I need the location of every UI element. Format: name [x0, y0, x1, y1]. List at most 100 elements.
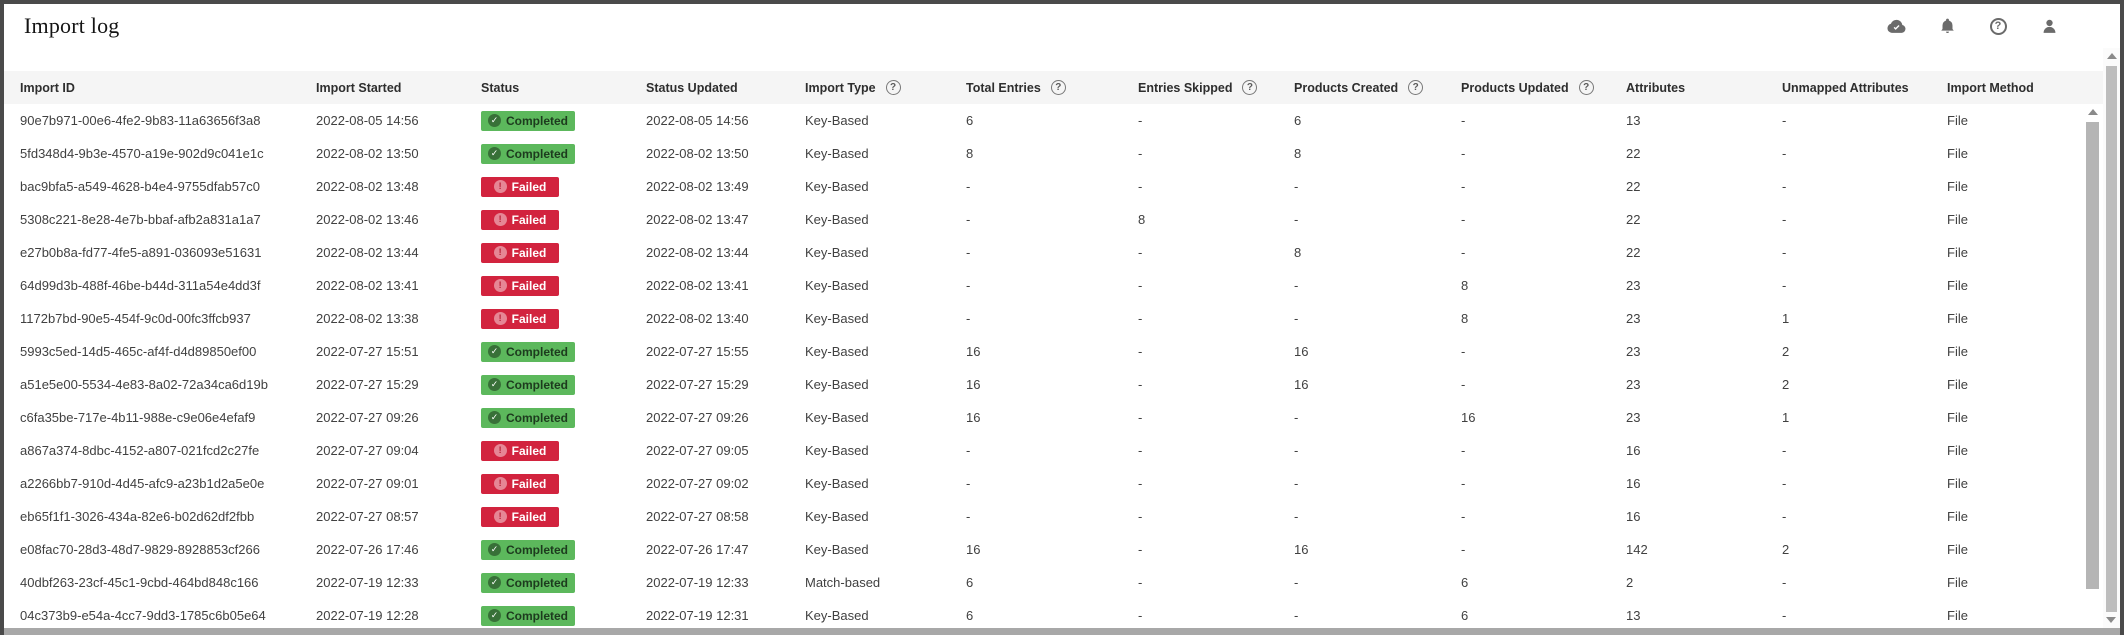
- status-badge-failed: !Failed: [481, 177, 559, 197]
- cell-total-entries: -: [966, 311, 1138, 326]
- header-import-type: Import Type?: [805, 80, 966, 95]
- cell-products-created: 8: [1294, 245, 1461, 260]
- table-row[interactable]: eb65f1f1-3026-434a-82e6-b02d62df2fbb2022…: [4, 500, 2083, 533]
- cell-products-created: 16: [1294, 542, 1461, 557]
- table-row[interactable]: a867a374-8dbc-4152-a807-021fcd2c27fe2022…: [4, 434, 2083, 467]
- cell-unmapped-attributes: 1: [1782, 410, 1947, 425]
- cell-products-created: -: [1294, 575, 1461, 590]
- table-row[interactable]: 5fd348d4-9b3e-4570-a19e-902d9c041e1c2022…: [4, 137, 2083, 170]
- cell-entries-skipped: -: [1138, 179, 1294, 194]
- cell-import-started: 2022-08-02 13:48: [316, 179, 481, 194]
- column-help-icon[interactable]: ?: [1408, 80, 1423, 95]
- cell-products-updated: -: [1461, 212, 1626, 227]
- cell-import-id: 5993c5ed-14d5-465c-af4f-d4d89850ef00: [20, 344, 316, 359]
- status-badge-failed: !Failed: [481, 507, 559, 527]
- header-total-entries: Total Entries?: [966, 80, 1138, 95]
- table-row[interactable]: bac9bfa5-a549-4628-b4e4-9755dfab57c02022…: [4, 170, 2083, 203]
- cell-import-method: File: [1947, 542, 2083, 557]
- cell-import-id: e08fac70-28d3-48d7-9829-8928853cf266: [20, 542, 316, 557]
- cell-status: ✓Completed: [481, 540, 646, 560]
- check-circle-icon: ✓: [488, 114, 501, 127]
- cell-attributes: 13: [1626, 113, 1782, 128]
- cell-status-updated: 2022-08-02 13:44: [646, 245, 805, 260]
- cell-import-id: 04c373b9-e54a-4cc7-9dd3-1785c6b05e64: [20, 608, 316, 623]
- cell-import-type: Key-Based: [805, 443, 966, 458]
- cell-attributes: 23: [1626, 410, 1782, 425]
- cell-import-type: Key-Based: [805, 377, 966, 392]
- column-help-icon[interactable]: ?: [1242, 80, 1257, 95]
- cell-status-updated: 2022-07-27 15:55: [646, 344, 805, 359]
- cell-status-updated: 2022-08-05 14:56: [646, 113, 805, 128]
- cell-products-created: -: [1294, 443, 1461, 458]
- help-icon[interactable]: ?: [1981, 13, 2015, 39]
- table-row[interactable]: c6fa35be-717e-4b11-988e-c9e06e4efaf92022…: [4, 401, 2083, 434]
- column-help-icon[interactable]: ?: [1579, 80, 1594, 95]
- table-row[interactable]: 64d99d3b-488f-46be-b44d-311a54e4dd3f2022…: [4, 269, 2083, 302]
- cell-status: ✓Completed: [481, 606, 646, 626]
- cell-import-method: File: [1947, 179, 2083, 194]
- table-row[interactable]: e08fac70-28d3-48d7-9829-8928853cf2662022…: [4, 533, 2083, 566]
- cell-products-updated: 6: [1461, 575, 1626, 590]
- header-products-updated: Products Updated?: [1461, 80, 1626, 95]
- cell-products-created: 6: [1294, 113, 1461, 128]
- cell-import-method: File: [1947, 476, 2083, 491]
- scroll-down-arrow-icon[interactable]: [2106, 617, 2116, 623]
- cloud-sync-status-icon[interactable]: [1879, 13, 1913, 39]
- table-scrollbar-thumb[interactable]: [2086, 122, 2099, 589]
- cell-products-updated: 8: [1461, 311, 1626, 326]
- account-icon[interactable]: [2032, 13, 2066, 39]
- cell-status: ✓Completed: [481, 375, 646, 395]
- header-import-id: Import ID: [20, 81, 316, 95]
- cell-products-updated: -: [1461, 344, 1626, 359]
- table-row[interactable]: e27b0b8a-fd77-4fe5-a891-036093e51631 2022…: [4, 236, 2083, 269]
- table-row[interactable]: 90e7b971-00e6-4fe2-9b83-11a63656f3a82022…: [4, 104, 2083, 137]
- status-badge-failed: !Failed: [481, 243, 559, 263]
- cell-entries-skipped: -: [1138, 311, 1294, 326]
- cell-import-method: File: [1947, 575, 2083, 590]
- cell-entries-skipped: -: [1138, 245, 1294, 260]
- cell-import-type: Key-Based: [805, 542, 966, 557]
- table-row[interactable]: 40dbf263-23cf-45c1-9cbd-464bd848c1662022…: [4, 566, 2083, 599]
- error-circle-icon: !: [494, 510, 507, 523]
- cell-import-started: 2022-08-05 14:56: [316, 113, 481, 128]
- cell-total-entries: 16: [966, 542, 1138, 557]
- cell-import-id: e27b0b8a-fd77-4fe5-a891-036093e51631: [20, 245, 316, 260]
- cell-entries-skipped: -: [1138, 542, 1294, 557]
- table-row[interactable]: 5308c221-8e28-4e7b-bbaf-afb2a831a1a72022…: [4, 203, 2083, 236]
- status-badge-failed: !Failed: [481, 474, 559, 494]
- scroll-up-arrow-icon[interactable]: [2107, 53, 2117, 59]
- cell-import-started: 2022-07-27 08:57: [316, 509, 481, 524]
- cell-total-entries: -: [966, 476, 1138, 491]
- cell-total-entries: -: [966, 245, 1138, 260]
- table-header: Import IDImport StartedStatusStatus Upda…: [4, 71, 2103, 104]
- table-row[interactable]: 04c373b9-e54a-4cc7-9dd3-1785c6b05e642022…: [4, 599, 2083, 628]
- cell-attributes: 23: [1626, 344, 1782, 359]
- cell-status: !Failed: [481, 441, 646, 461]
- table-row[interactable]: a2266bb7-910d-4d45-afc9-a23b1d2a5e0e2022…: [4, 467, 2083, 500]
- cell-import-type: Key-Based: [805, 608, 966, 623]
- column-help-icon[interactable]: ?: [886, 80, 901, 95]
- horizontal-scrollbar[interactable]: [4, 628, 2120, 635]
- table-vertical-scrollbar[interactable]: [2083, 104, 2103, 628]
- titlebar: Import log ?: [4, 4, 2120, 49]
- scroll-up-arrow-icon[interactable]: [2088, 109, 2098, 115]
- status-badge-failed: !Failed: [481, 441, 559, 461]
- header-status: Status: [481, 81, 646, 95]
- column-help-icon[interactable]: ?: [1051, 80, 1066, 95]
- table-rows: 90e7b971-00e6-4fe2-9b83-11a63656f3a82022…: [4, 104, 2103, 628]
- cell-total-entries: -: [966, 212, 1138, 227]
- cell-total-entries: 6: [966, 608, 1138, 623]
- cell-import-method: File: [1947, 344, 2083, 359]
- table-row[interactable]: 1172b7bd-90e5-454f-9c0d-00fc3ffcb9372022…: [4, 302, 2083, 335]
- cell-products-created: -: [1294, 608, 1461, 623]
- cell-total-entries: 16: [966, 344, 1138, 359]
- page-scrollbar-thumb[interactable]: [2106, 66, 2117, 612]
- error-circle-icon: !: [494, 246, 507, 259]
- cell-status: !Failed: [481, 243, 646, 263]
- page-vertical-scrollbar[interactable]: [2103, 48, 2120, 628]
- table-row[interactable]: a51e5e00-5534-4e83-8a02-72a34ca6d19b2022…: [4, 368, 2083, 401]
- table-row[interactable]: 5993c5ed-14d5-465c-af4f-d4d89850ef00 2022…: [4, 335, 2083, 368]
- cell-unmapped-attributes: -: [1782, 476, 1947, 491]
- check-circle-icon: ✓: [488, 345, 501, 358]
- notifications-bell-icon[interactable]: [1930, 13, 1964, 39]
